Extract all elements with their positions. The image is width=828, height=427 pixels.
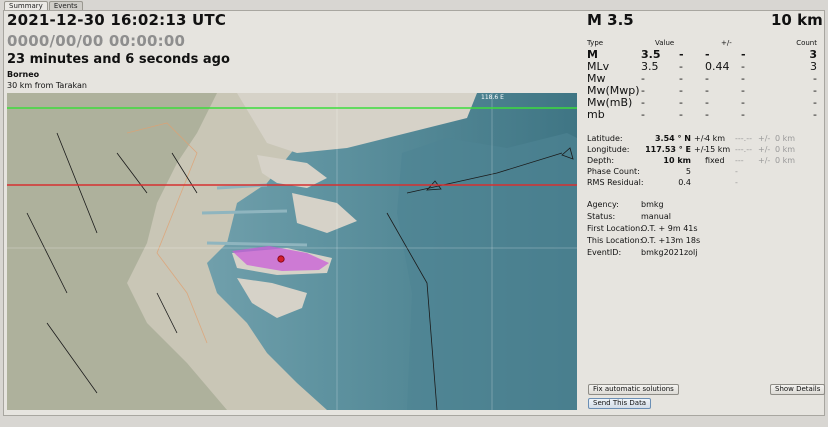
- header-value: Value: [655, 39, 675, 47]
- location-label: Latitude:: [587, 134, 623, 143]
- location-plusminus: +/-: [758, 134, 771, 143]
- location-reference: -: [735, 167, 738, 176]
- magnitude-row: M 3.5 - - - 3: [587, 48, 821, 61]
- nearest-city: 30 km from Tarakan: [7, 81, 87, 90]
- time-ago: 23 minutes and 6 seconds ago: [7, 52, 230, 67]
- magnitude-row: MLv 3.5 - 0.44 - 3: [587, 60, 821, 73]
- info-label: First Location:: [587, 224, 643, 233]
- deep-sea: [397, 133, 577, 410]
- header-type: Type: [587, 39, 604, 47]
- info-row-event-id: EventID: bmkg2021zolj: [587, 248, 821, 260]
- location-row-longitude: Longitude: 117.53 ° E +/- 15 km ---.-- +…: [587, 145, 821, 156]
- magnitude-headline: M 3.5: [587, 11, 634, 29]
- magnitude-table-header: Type Value +/- Count: [587, 39, 821, 48]
- location-reference-uncertainty: 0 km: [775, 134, 796, 143]
- location-table: Latitude: 3.54 ° N +/- 4 km ---.-- +/- 0…: [587, 134, 821, 189]
- location-reference: ---: [735, 156, 744, 165]
- send-this-data-button[interactable]: Send This Data: [588, 398, 652, 409]
- magnitude-table: Type Value +/- Count M 3.5 - - - 3 MLv 3…: [587, 39, 821, 121]
- location-value: 117.53 ° E: [645, 145, 691, 154]
- location-label: Depth:: [587, 156, 615, 165]
- location-label: Longitude:: [587, 145, 630, 154]
- origin-time: 2021-12-30 16:02:13 UTC: [7, 11, 227, 29]
- magnitude-row: Mw(mB) - - - - -: [587, 96, 821, 109]
- epicenter-marker[interactable]: [277, 255, 285, 263]
- location-reference: -: [735, 178, 738, 187]
- magnitude-row: Mw(Mwp) - - - - -: [587, 84, 821, 97]
- location-reference-uncertainty: 0 km: [775, 145, 796, 154]
- map-canvas[interactable]: 118.6 E: [7, 93, 577, 410]
- info-value: O.T. +13m 18s: [641, 236, 701, 245]
- location-plusminus: +/-: [758, 156, 771, 165]
- location-reference: ---.--: [735, 145, 752, 154]
- location-row-depth: Depth: 10 km fixed --- +/- 0 km: [587, 156, 821, 167]
- magnitude-row: mb - - - - -: [587, 108, 821, 121]
- info-row-agency: Agency: bmkg: [587, 200, 821, 212]
- mag-value: -: [641, 108, 645, 121]
- info-label: Agency:: [587, 200, 619, 209]
- info-row-status: Status: manual: [587, 212, 821, 224]
- location-value: 0.4: [678, 178, 691, 187]
- info-label: Status:: [587, 212, 616, 221]
- info-row-this-location: This Location: O.T. +13m 18s: [587, 236, 821, 248]
- grid-label: 118.6 E: [481, 94, 504, 101]
- location-value: 5: [685, 167, 691, 176]
- event-map[interactable]: 118.6 E: [7, 93, 577, 410]
- location-uncertainty: fixed: [705, 156, 725, 165]
- info-row-first-location: First Location: O.T. + 9m 41s: [587, 224, 821, 236]
- location-plusminus: +/-: [758, 145, 771, 154]
- location-label: Phase Count:: [587, 167, 640, 176]
- location-label: RMS Residual:: [587, 178, 644, 187]
- location-uncertainty: 15 km: [705, 145, 731, 154]
- location-row-latitude: Latitude: 3.54 ° N +/- 4 km ---.-- +/- 0…: [587, 134, 821, 145]
- depth-headline: 10 km: [771, 11, 823, 29]
- location-row-phase-count: Phase Count: 5 -: [587, 167, 821, 178]
- info-value: bmkg2021zolj: [641, 248, 698, 257]
- mag-sep: -: [679, 108, 683, 121]
- location-value: 3.54 ° N: [654, 134, 691, 143]
- event-info: Agency: bmkg Status: manual First Locati…: [587, 200, 821, 260]
- info-value: bmkg: [641, 200, 664, 209]
- magnitude-row: Mw - - - - -: [587, 72, 821, 85]
- info-label: This Location:: [587, 236, 643, 245]
- header-uncertainty: +/-: [721, 39, 732, 47]
- location-reference-uncertainty: 0 km: [775, 156, 796, 165]
- mag-sep: -: [741, 108, 745, 121]
- info-value: manual: [641, 212, 671, 221]
- location-value: 10 km: [663, 156, 691, 165]
- location-reference: ---.--: [735, 134, 752, 143]
- fix-automatic-solutions-button[interactable]: Fix automatic solutions: [588, 384, 679, 395]
- location-uncertainty: 4 km: [705, 134, 726, 143]
- location-row-rms: RMS Residual: 0.4 -: [587, 178, 821, 189]
- info-label: EventID:: [587, 248, 622, 257]
- mag-count: -: [813, 108, 817, 121]
- info-value: O.T. + 9m 41s: [641, 224, 698, 233]
- header-count: Count: [796, 39, 817, 47]
- mag-uncertainty: -: [705, 108, 709, 121]
- local-time: 0000/00/00 00:00:00: [7, 32, 186, 50]
- mag-type: mb: [587, 108, 605, 121]
- show-details-button[interactable]: Show Details: [770, 384, 826, 395]
- region-name: Borneo: [7, 70, 40, 79]
